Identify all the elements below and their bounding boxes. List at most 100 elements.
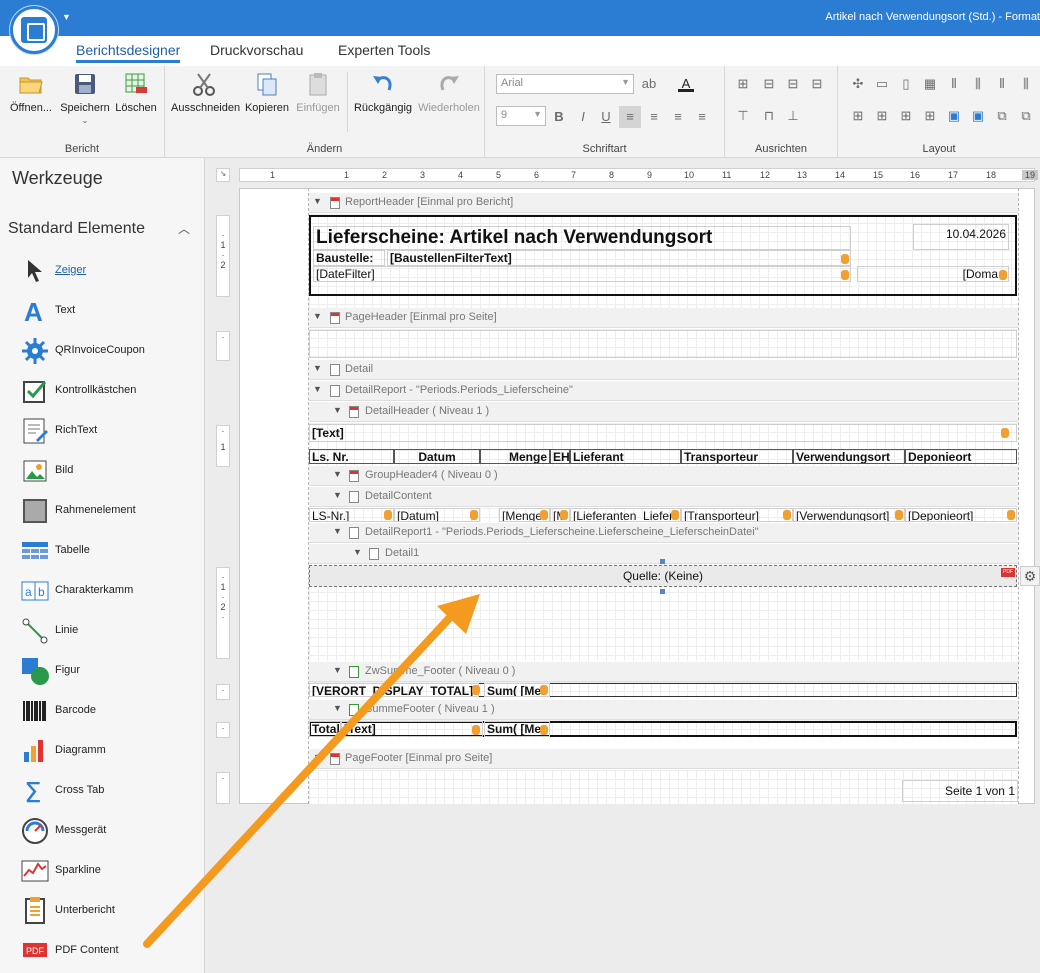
align-middles-icon[interactable]: ⊓: [761, 108, 777, 124]
tool-bild[interactable]: Bild: [20, 456, 200, 488]
align-grid-icon[interactable]: ⊞: [735, 76, 751, 92]
align-lefts-icon[interactable]: ⊟: [761, 76, 777, 92]
cut-button[interactable]: Ausschneiden: [171, 70, 240, 114]
tool-kontrollkästchen[interactable]: Kontrollkästchen: [20, 376, 200, 408]
chevron-up-icon[interactable]: ︿: [178, 220, 190, 237]
column-header[interactable]: Transporteur: [681, 449, 793, 464]
smart-tag-gear-icon[interactable]: ⚙: [1020, 566, 1040, 586]
tool-qrinvoicecoupon[interactable]: QRInvoiceCoupon: [20, 336, 200, 368]
detail-field[interactable]: [Transporteur]: [681, 508, 793, 522]
paste-button[interactable]: Einfügen: [295, 70, 341, 114]
domain-field[interactable]: [Doma: [857, 266, 1009, 282]
tool-zeiger[interactable]: Zeiger: [20, 256, 200, 288]
align-bottoms-icon[interactable]: ⊥: [785, 108, 801, 124]
collapse-caret-icon[interactable]: ▼: [333, 526, 342, 536]
vspacing-increase-icon[interactable]: ⊞: [874, 108, 890, 124]
tool-richtext[interactable]: RichText: [20, 416, 200, 448]
band-detail[interactable]: ▼ Detail: [309, 360, 1018, 380]
tool-sparkline[interactable]: Sparkline: [20, 856, 200, 888]
bold-button[interactable]: B: [551, 109, 567, 125]
collapse-caret-icon[interactable]: ▼: [313, 196, 322, 206]
tool-barcode[interactable]: Barcode: [20, 696, 200, 728]
copy-button[interactable]: Kopieren: [243, 70, 291, 114]
align-centers-icon[interactable]: ⊟: [785, 76, 801, 92]
collapse-caret-icon[interactable]: ▼: [333, 703, 342, 713]
collapse-caret-icon[interactable]: ▼: [313, 752, 322, 762]
baustelle-value[interactable]: [BaustellenFilterText]: [387, 250, 851, 266]
column-header[interactable]: EH: [550, 449, 570, 464]
bring-to-front-icon[interactable]: ⧉: [994, 108, 1010, 124]
tool-rahmenelement[interactable]: Rahmenelement: [20, 496, 200, 528]
quick-access-dropdown-icon[interactable]: ▼: [62, 12, 71, 22]
same-width-icon[interactable]: ▭: [874, 76, 890, 92]
vspacing-remove-icon[interactable]: ⊞: [922, 108, 938, 124]
collapse-caret-icon[interactable]: ▼: [333, 490, 342, 500]
tool-cross-tab[interactable]: Σ Cross Tab: [20, 776, 200, 808]
total-text-field[interactable]: [Text]: [341, 721, 483, 737]
tool-unterbericht[interactable]: Unterbericht: [20, 896, 200, 928]
column-header[interactable]: Lieferant: [570, 449, 681, 464]
hspacing-remove-icon[interactable]: ⫼: [1018, 76, 1034, 92]
band-summe-footer[interactable]: ▼ SummeFooter ( Niveau 1 ): [309, 700, 1018, 720]
collapse-caret-icon[interactable]: ▼: [333, 665, 342, 675]
detail-field[interactable]: LS-Nr.]: [309, 508, 394, 522]
column-header[interactable]: Deponieort: [905, 449, 1017, 464]
band-page-header[interactable]: ▼ PageHeader [Einmal pro Seite]: [309, 308, 1018, 328]
ruler-corner[interactable]: ↘: [216, 168, 230, 182]
italic-button[interactable]: I: [575, 109, 591, 125]
tool-charakterkamm[interactable]: a b Charakterkamm: [20, 576, 200, 608]
underline-button[interactable]: U: [598, 109, 614, 125]
align-tops-icon[interactable]: ⊤: [735, 108, 751, 124]
resize-handle-top[interactable]: [660, 559, 665, 564]
zwsumme-footer-area[interactable]: [VERORT_DISPLAY_TOTAL] Sum( [Mer: [309, 682, 1018, 698]
vspacing-equal-icon[interactable]: ⊞: [850, 108, 866, 124]
detail-content-area[interactable]: LS-Nr.][Datum][Menge[M[Lieferanten_Liefe…: [309, 508, 1018, 522]
align-left-icon[interactable]: ≡: [619, 106, 641, 128]
baustelle-label[interactable]: Baustelle:: [313, 250, 385, 266]
band-group-header4[interactable]: ▼ GroupHeader4 ( Niveau 0 ): [309, 466, 1018, 486]
hspacing-equal-icon[interactable]: ⫴: [946, 76, 962, 92]
collapse-caret-icon[interactable]: ▼: [333, 405, 342, 415]
page-header-area[interactable]: [309, 329, 1018, 359]
align-center-icon[interactable]: ≡: [646, 109, 662, 125]
band-zwsumme-footer[interactable]: ▼ ZwSumme_Footer ( Niveau 0 ): [309, 662, 1018, 682]
tab-druckvorschau[interactable]: Druckvorschau: [210, 42, 303, 58]
font-family-combo[interactable]: Arial ▼: [496, 74, 634, 94]
report-header-area[interactable]: Lieferscheine: Artikel nach Verwendungso…: [309, 214, 1018, 308]
tool-tabelle[interactable]: Tabelle: [20, 536, 200, 568]
detail-field[interactable]: [Lieferanten_Liefer: [570, 508, 681, 522]
tool-diagramm[interactable]: Diagramm: [20, 736, 200, 768]
detail-field[interactable]: [Verwendungsort]: [793, 508, 905, 522]
band-detail-content[interactable]: ▼ DetailContent: [309, 487, 1018, 507]
tab-berichtsdesigner[interactable]: Berichtsdesigner: [76, 42, 181, 63]
same-size-icon[interactable]: ▦: [922, 76, 938, 92]
redo-button[interactable]: Wiederholen: [417, 70, 481, 114]
tool-linie[interactable]: Linie: [20, 616, 200, 648]
hspacing-decrease-icon[interactable]: ⫴: [994, 76, 1010, 92]
app-menu-button[interactable]: [10, 6, 58, 54]
tool-pdf-content[interactable]: PDF PDF Content: [20, 936, 200, 968]
collapse-caret-icon[interactable]: ▼: [313, 384, 322, 394]
page-number[interactable]: Seite 1 von 1: [902, 780, 1018, 802]
undo-button[interactable]: Rückgängig: [353, 70, 413, 114]
page-footer-area[interactable]: Seite 1 von 1: [309, 770, 1018, 804]
font-color-icon[interactable]: A: [678, 76, 694, 92]
report-title[interactable]: Lieferscheine: Artikel nach Verwendungso…: [313, 226, 851, 250]
resize-handle-bottom[interactable]: [660, 589, 665, 594]
collapse-caret-icon[interactable]: ▼: [313, 311, 322, 321]
date-filter[interactable]: [DateFilter]: [313, 266, 851, 282]
open-button[interactable]: Öffnen...: [6, 70, 56, 114]
column-header[interactable]: Menge: [480, 449, 550, 464]
align-justify-icon[interactable]: ≡: [694, 109, 710, 125]
column-header[interactable]: Verwendungsort: [793, 449, 905, 464]
band-detail-header[interactable]: ▼ DetailHeader ( Niveau 1 ): [309, 402, 1018, 422]
tab-experten-tools[interactable]: Experten Tools: [338, 42, 430, 58]
band-detail-report1[interactable]: ▼ DetailReport1 - "Periods.Periods_Liefe…: [309, 523, 1018, 543]
tool-messgerät[interactable]: Messgerät: [20, 816, 200, 848]
same-height-icon[interactable]: ▯: [898, 76, 914, 92]
center-horizontally-icon[interactable]: ▣: [946, 108, 962, 124]
detail-field[interactable]: [Deponieort]: [905, 508, 1017, 522]
font-size-combo[interactable]: 9 ▼: [496, 106, 546, 126]
verort-total-field[interactable]: [VERORT_DISPLAY_TOTAL]: [309, 683, 479, 697]
report-date[interactable]: 10.04.2026: [913, 224, 1009, 250]
